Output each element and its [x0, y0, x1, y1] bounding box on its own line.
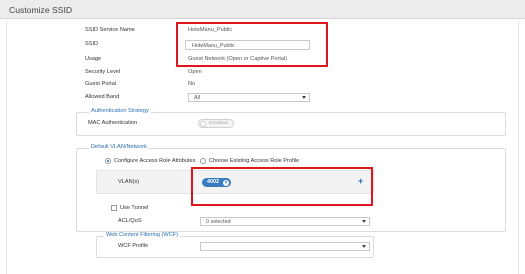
configure-access-role-label: Configure Access Role Attributes: [114, 158, 196, 164]
dialog-title-bar: Customize SSID: [0, 0, 525, 19]
caret-down-icon: [362, 220, 366, 223]
default-vlan-title: Default VLAN/Network: [89, 144, 149, 150]
toggle-knob: [200, 121, 206, 127]
caret-down-icon: [362, 245, 366, 248]
allowed-band-value: All: [194, 95, 200, 101]
allowed-band-select[interactable]: All: [188, 93, 310, 102]
use-tunnel-label: Use Tunnel: [120, 205, 149, 211]
choose-existing-role-label: Choose Existing Access Role Profile: [209, 158, 300, 164]
wcf-profile-select[interactable]: [200, 242, 370, 251]
mac-authentication-toggle-text: Disabled: [209, 121, 228, 126]
allowed-band-label: Allowed Band: [85, 94, 120, 100]
security-level-label: Security Level: [85, 69, 121, 75]
vlan-highlight-box: [191, 167, 373, 206]
authentication-strategy-section: [76, 112, 506, 136]
usage-label: Usage: [85, 56, 102, 62]
acl-qos-select[interactable]: 0 selected: [200, 217, 370, 226]
ssid-label: SSID: [85, 41, 99, 47]
guest-portal-label: Guest Portal: [85, 81, 117, 87]
web-content-filtering-title: Web Content Filtering (WCF): [104, 232, 181, 238]
vlans-label: VLAN(s): [118, 179, 140, 185]
mac-authentication-toggle[interactable]: Disabled: [198, 119, 234, 128]
security-level-value: Open: [188, 69, 202, 75]
ssid-highlight-box: [176, 22, 328, 67]
wcf-profile-label: WCF Profile: [118, 243, 149, 249]
choose-existing-role-radio[interactable]: [200, 158, 206, 164]
ssid-service-name-label: SSID Service Name: [85, 27, 135, 33]
caret-down-icon: [302, 96, 306, 99]
guest-portal-value: No: [188, 81, 196, 87]
acl-qos-label: ACL/QoS: [118, 218, 142, 224]
dialog-title: Customize SSID: [9, 5, 73, 15]
authentication-strategy-title: Authentication Strategy: [89, 108, 151, 114]
use-tunnel-checkbox[interactable]: [111, 205, 117, 211]
acl-qos-value: 0 selected: [206, 219, 231, 225]
configure-access-role-radio[interactable]: [105, 158, 111, 164]
mac-authentication-label: MAC Authentication: [88, 120, 138, 126]
